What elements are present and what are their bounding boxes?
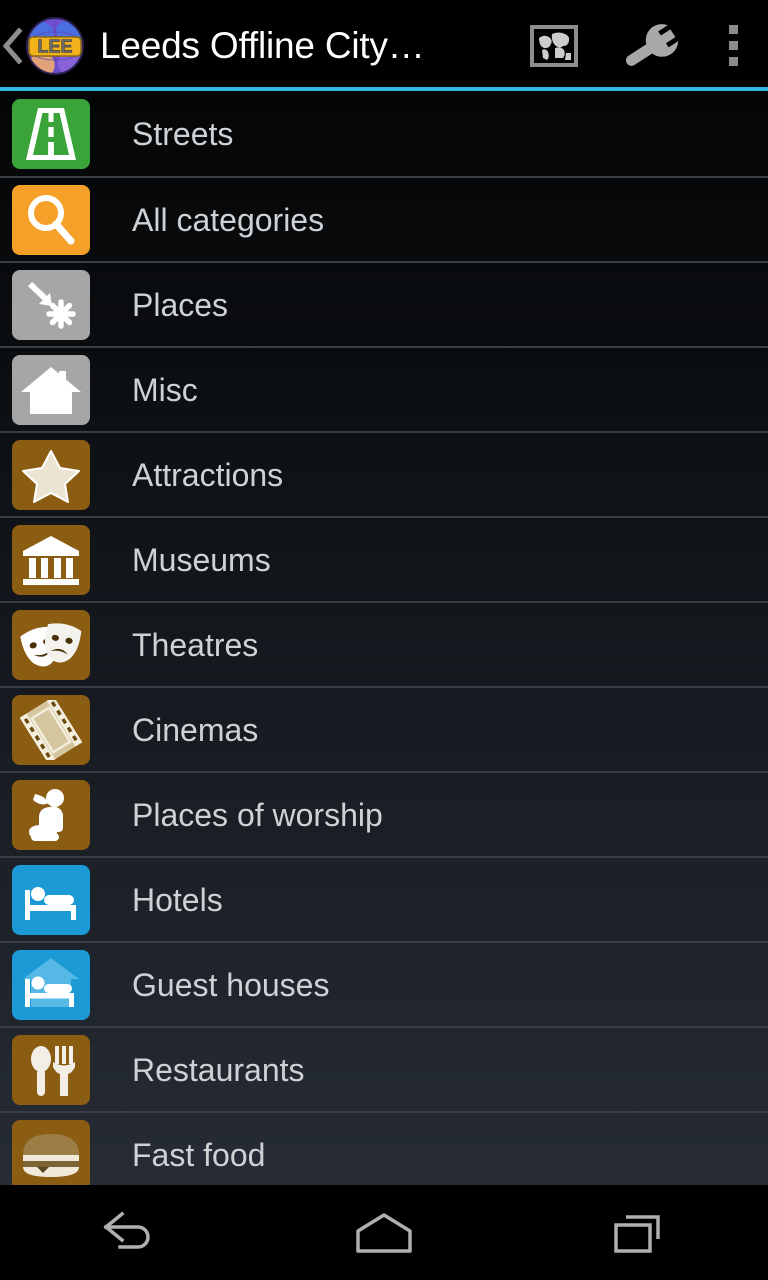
list-item[interactable]: Fast food	[0, 1111, 768, 1185]
bed-icon	[12, 864, 90, 935]
list-item-label: Theatres	[132, 626, 259, 663]
list-item-label: Cinemas	[132, 711, 259, 748]
list-item-label: Fast food	[132, 1136, 266, 1173]
action-bar: LEE Leeds Offline City…	[0, 0, 768, 91]
list-item[interactable]: Museums	[0, 516, 768, 601]
list-item-label: Museums	[132, 541, 271, 578]
list-item[interactable]: Guest houses	[0, 941, 768, 1026]
star-icon	[12, 439, 90, 510]
list-item[interactable]: Cinemas	[0, 686, 768, 771]
list-item-label: Streets	[132, 115, 234, 152]
back-chevron-icon[interactable]	[0, 0, 26, 91]
list-item-label: Places	[132, 286, 229, 323]
category-list[interactable]: Streets All categories Places Misc Attra…	[0, 91, 768, 1185]
list-item-label: Restaurants	[132, 1051, 305, 1088]
list-item[interactable]: Hotels	[0, 856, 768, 941]
map-image-icon[interactable]	[506, 0, 602, 91]
list-item[interactable]: Places of worship	[0, 771, 768, 856]
list-item[interactable]: Streets	[0, 91, 768, 176]
list-item-label: Attractions	[132, 456, 284, 493]
bed-under-roof-icon	[12, 949, 90, 1020]
magnifier-icon	[12, 184, 90, 255]
wrench-icon[interactable]	[602, 0, 698, 91]
list-item-label: Misc	[132, 371, 198, 408]
list-item[interactable]: Restaurants	[0, 1026, 768, 1111]
arrow-asterisk-icon	[12, 269, 90, 340]
overflow-dot	[728, 57, 738, 66]
overflow-dot	[728, 41, 738, 50]
list-item-label: All categories	[132, 201, 325, 238]
list-item-label: Hotels	[132, 881, 223, 918]
nav-recents-button[interactable]	[512, 1185, 768, 1280]
list-item-label: Places of worship	[132, 796, 383, 833]
road-icon	[12, 98, 90, 169]
praying-person-icon	[12, 779, 90, 850]
film-strip-icon	[12, 694, 90, 765]
nav-home-button[interactable]	[256, 1185, 512, 1280]
app-logo-globe-lee-icon[interactable]: LEE	[24, 15, 86, 77]
list-item[interactable]: Theatres	[0, 601, 768, 686]
house-icon	[12, 354, 90, 425]
overflow-menu-icon[interactable]	[698, 0, 768, 91]
system-navigation-bar	[0, 1185, 768, 1280]
list-item-label: Guest houses	[132, 966, 330, 1003]
museum-icon	[12, 524, 90, 595]
nav-back-button[interactable]	[0, 1185, 256, 1280]
overflow-dot	[728, 25, 738, 34]
burger-icon	[12, 1119, 90, 1185]
list-item[interactable]: Misc	[0, 346, 768, 431]
app-window: LEE Leeds Offline City… Streets All cate…	[0, 0, 768, 1280]
page-title: Leeds Offline City…	[100, 24, 425, 66]
spoon-fork-icon	[12, 1034, 90, 1105]
theatre-masks-icon	[12, 609, 90, 680]
app-logo-text: LEE	[37, 36, 72, 56]
list-item[interactable]: Places	[0, 261, 768, 346]
list-item[interactable]: All categories	[0, 176, 768, 261]
list-item[interactable]: Attractions	[0, 431, 768, 516]
